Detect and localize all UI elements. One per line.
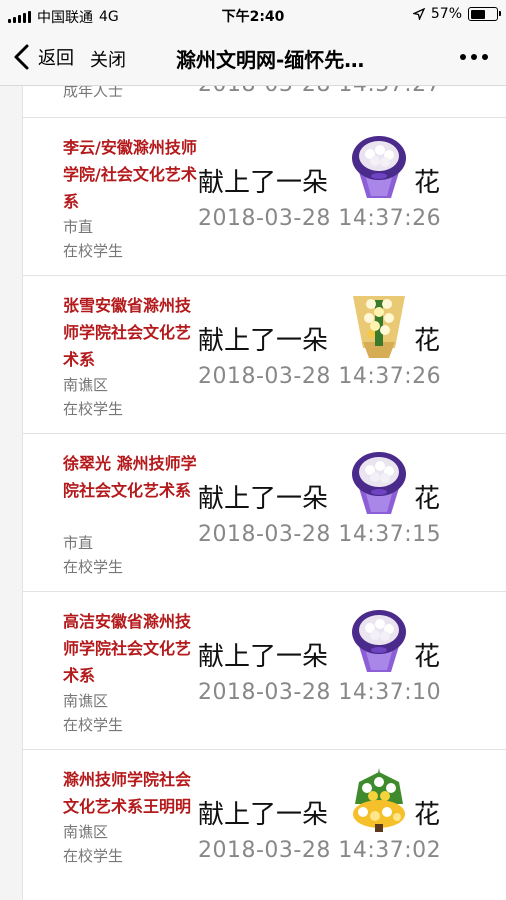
status-right: 57% xyxy=(412,6,501,22)
tribute-name: 徐翠光 滁州技师学院社会文化艺术系 xyxy=(63,454,197,500)
tribute-role: 在校学生 xyxy=(63,847,124,865)
tribute-time: 2018-03-28 14:37:26 xyxy=(198,206,442,231)
page-title: 滁州文明网-缅怀先… xyxy=(176,48,365,72)
flower-word: 花 xyxy=(414,168,441,198)
back-label: 返回 xyxy=(38,48,74,69)
nav-bar: 返回 关闭 滁州文明网-缅怀先… xyxy=(0,30,506,86)
flower-word: 花 xyxy=(414,326,441,356)
tribute-feed[interactable]: 成年人士 2018-03-28 14:37:27 李云/安徽滁州技师学院/社会文… xyxy=(0,86,506,900)
tribute-name: 高洁安徽省滁州技师学院社会文化艺术系 xyxy=(63,612,192,685)
more-menu-icon[interactable] xyxy=(460,54,488,60)
tribute-time: 2018-03-28 14:37:27 xyxy=(198,86,441,97)
tribute-card: 徐翠光 滁州技师学院社会文化艺术系市直在校学生 献上了一朵 花 2018-03-28 … xyxy=(22,434,506,592)
battery-fill xyxy=(470,9,485,19)
tribute-region: 南谯区 xyxy=(63,692,109,710)
back-button[interactable]: 返回 xyxy=(10,43,74,71)
tribute-name: 李云/安徽滁州技师学院/社会文化艺术系 xyxy=(63,138,197,211)
yellow-lily-bouquet-image xyxy=(345,290,413,358)
tribute-list: 成年人士 2018-03-28 14:37:27 李云/安徽滁州技师学院/社会文… xyxy=(22,86,506,900)
tribute-region: 南谯区 xyxy=(63,376,109,394)
battery-percent: 57% xyxy=(430,6,462,22)
tribute-region: 南谯区 xyxy=(63,823,109,841)
tribute-role: 成年人士 xyxy=(63,86,124,100)
tribute-role: 在校学生 xyxy=(63,716,124,734)
tribute-region: 市直 xyxy=(63,218,94,236)
tribute-name: 张雪安徽省滁州技师学院社会文化艺术系 xyxy=(63,296,192,369)
tribute-phrase: 献上了一朵 xyxy=(198,642,329,672)
purple-rose-bouquet-image xyxy=(345,448,413,516)
flower-word: 花 xyxy=(414,642,441,672)
tribute-role: 在校学生 xyxy=(63,242,124,260)
flower-word: 花 xyxy=(414,484,441,514)
tribute-time: 2018-03-28 14:37:15 xyxy=(198,522,442,547)
tribute-role: 在校学生 xyxy=(63,558,124,576)
tribute-phrase: 献上了一朵 xyxy=(198,484,329,514)
battery-icon xyxy=(468,7,501,21)
tribute-card: 高洁安徽省滁州技师学院社会文化艺术系南谯区在校学生 献上了一朵 花 2018-03-2… xyxy=(22,592,506,750)
location-arrow-icon xyxy=(412,8,425,20)
tribute-card-partial: 成年人士 2018-03-28 14:37:27 xyxy=(22,86,506,118)
purple-rose-bouquet-image xyxy=(345,606,413,674)
tribute-name: 滁州技师学院社会文化艺术系王明明 xyxy=(63,770,192,816)
close-button[interactable]: 关闭 xyxy=(90,46,126,72)
status-bar: 中国联通 4G 下午2:40 57% xyxy=(0,0,506,30)
tribute-region: 市直 xyxy=(63,534,94,552)
tribute-role: 在校学生 xyxy=(63,400,124,418)
chevron-left-icon xyxy=(14,44,29,70)
flower-word: 花 xyxy=(414,800,441,830)
tribute-time: 2018-03-28 14:37:10 xyxy=(198,680,442,705)
tribute-time: 2018-03-28 14:37:26 xyxy=(198,364,442,389)
memorial-wreath-image xyxy=(345,764,413,832)
tribute-phrase: 献上了一朵 xyxy=(198,800,329,830)
tribute-phrase: 献上了一朵 xyxy=(198,326,329,356)
tribute-card: 张雪安徽省滁州技师学院社会文化艺术系南谯区在校学生 献上了一朵 花 2018-03-2… xyxy=(22,276,506,434)
tribute-card: 滁州技师学院社会文化艺术系王明明南谯区在校学生 献上了一朵 花 2018-03-28 … xyxy=(22,750,506,900)
tribute-phrase: 献上了一朵 xyxy=(198,168,329,198)
tribute-card: 李云/安徽滁州技师学院/社会文化艺术系市直在校学生 献上了一朵 花 2018-03-2… xyxy=(22,118,506,276)
purple-rose-bouquet-image xyxy=(345,132,413,200)
tribute-cards: 李云/安徽滁州技师学院/社会文化艺术系 市直 在校学生 献上了一朵花 2018-03-2… xyxy=(22,118,506,900)
tribute-time: 2018-03-28 14:37:02 xyxy=(198,838,442,863)
